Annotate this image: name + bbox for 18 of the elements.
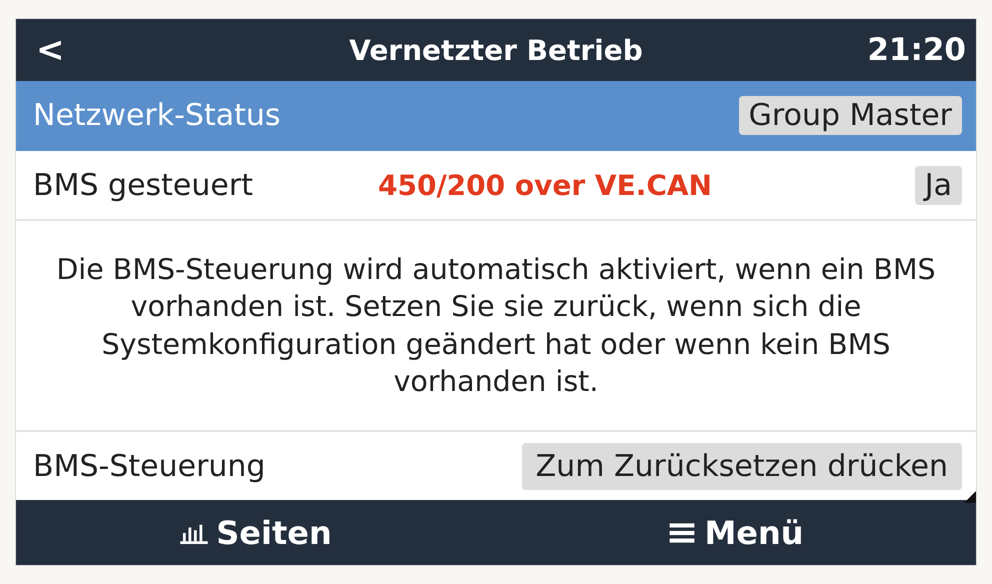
row-label: BMS gesteuert xyxy=(33,168,253,202)
clock: 21:20 xyxy=(867,32,966,68)
info-text: Die BMS-Steuerung wird automatisch aktiviert, wenn ein BMS vorhanden ist. Setzen Sie sie zurück, wenn sich die Systemkonfiguration geändert hat oder wenn kein BMS vorhanden ist. xyxy=(55,252,937,400)
menu-icon xyxy=(668,522,696,544)
annotation-text: 450/200 over VE.CAN xyxy=(378,168,712,202)
reset-button[interactable]: Zum Zurücksetzen drücken xyxy=(522,442,962,490)
window-title: Vernetzter Betrieb xyxy=(349,34,643,66)
row-label: Netzwerk-Status xyxy=(33,98,281,132)
pages-button[interactable]: Seiten xyxy=(16,500,496,565)
value-badge: Group Master xyxy=(738,96,962,134)
menu-button[interactable]: Menü xyxy=(496,500,976,565)
list-row[interactable]: BMS gesteuert 450/200 over VE.CAN Ja xyxy=(16,151,976,221)
list-row[interactable]: Netzwerk-Status Group Master xyxy=(16,81,976,151)
row-label: BMS-Steuerung xyxy=(33,448,266,484)
value-badge: Ja xyxy=(914,166,962,204)
back-button[interactable]: < xyxy=(32,30,68,70)
scroll-indicator-icon xyxy=(964,491,976,503)
list-row[interactable]: BMS-Steuerung Zum Zurücksetzen drücken xyxy=(16,432,976,500)
